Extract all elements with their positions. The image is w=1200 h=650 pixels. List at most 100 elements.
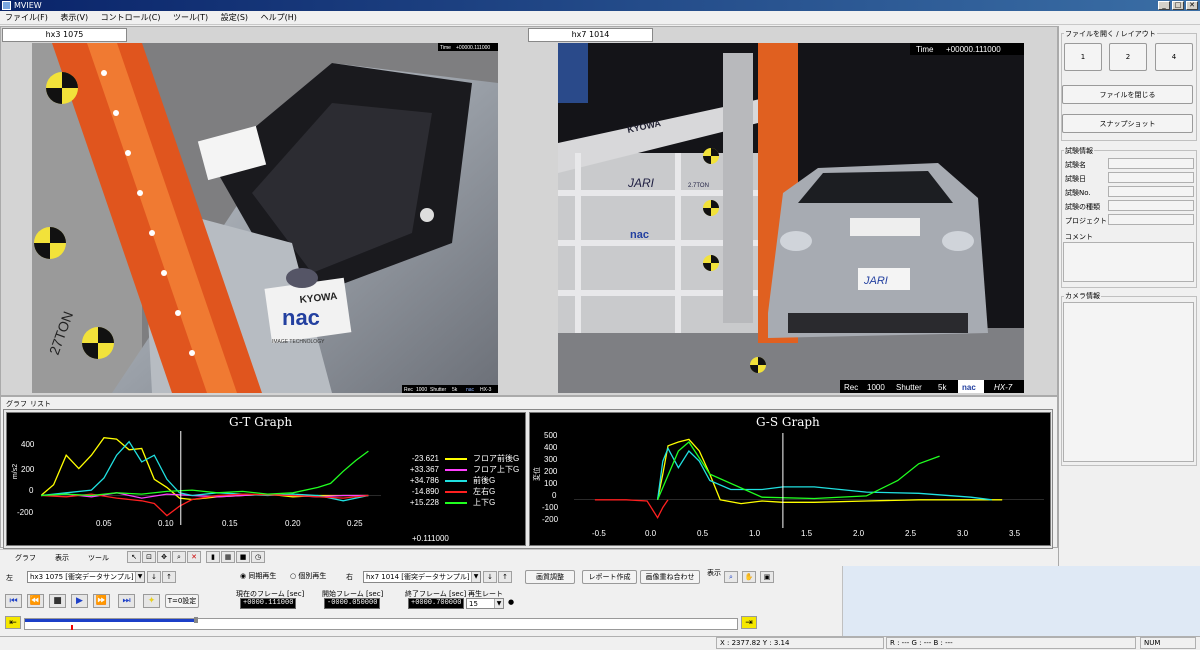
menu-settings[interactable]: 設定(S) <box>216 11 253 25</box>
tab-list[interactable]: リスト <box>30 399 51 409</box>
right-video-frame[interactable]: KYOWA JARI 2.7TON nac JARI Time +00000.1… <box>558 43 1024 393</box>
image-adjust-button[interactable]: 画質調整 <box>525 570 575 584</box>
minimize-button[interactable]: _ <box>1158 1 1170 10</box>
fit-screen-icon[interactable]: ▣ <box>760 571 774 583</box>
rate-select[interactable]: 15 ▼ <box>466 598 504 609</box>
report-button[interactable]: レポート作成 <box>582 570 637 584</box>
gs-xtick-30: 3.0 <box>957 529 969 538</box>
test-name-field[interactable] <box>1108 158 1194 169</box>
test-type-label: 試験の種類 <box>1065 203 1100 211</box>
timeline-end-icon[interactable]: ⇥ <box>741 616 757 629</box>
layout-4-button[interactable]: 4 <box>1155 43 1193 71</box>
left-shutter-label: Shutter <box>430 387 446 393</box>
left-file-select[interactable]: hx3 1075 [衝突データサンプル] ▼ <box>27 571 145 583</box>
gt-graph[interactable]: G-T Graph m/s2 400 200 0 -200 0.05 0.10 … <box>6 412 526 546</box>
comment-field[interactable] <box>1063 242 1194 282</box>
tab-right-video[interactable]: hx7 1014 <box>528 28 653 42</box>
right-file-select[interactable]: hx7 1014 [衝突データサンプル] ▼ <box>363 571 481 583</box>
menu-control[interactable]: コントロール(C) <box>96 11 166 25</box>
right-brand: nac <box>962 383 976 392</box>
gt-legend-name: フロア前後G <box>473 454 520 463</box>
layout-grid-icon[interactable]: ▦ <box>221 551 235 563</box>
marker-icon[interactable]: ✦ <box>143 594 160 608</box>
toolbar-graph[interactable]: グラフ <box>15 553 36 563</box>
menu-file[interactable]: ファイル(F) <box>0 11 53 25</box>
gs-ytick-200: 200 <box>544 467 558 476</box>
camera-info-group-label: カメラ情報 <box>1064 291 1101 301</box>
close-file-button[interactable]: ファイルを閉じる <box>1062 85 1193 104</box>
gs-graph[interactable]: G-S Graph 変位 500 400 300 200 100 0 -100 … <box>529 412 1051 546</box>
skip-end-icon[interactable]: ⏭ <box>118 594 135 608</box>
layout-1-button[interactable]: 1 <box>1064 43 1102 71</box>
t0-set-button[interactable]: T=0設定 <box>165 594 199 608</box>
test-no-field[interactable] <box>1108 186 1194 197</box>
menu-tools[interactable]: ツール(T) <box>168 11 213 25</box>
menu-help[interactable]: ヘルプ(H) <box>256 11 302 25</box>
chevron-down-icon: ▼ <box>135 572 144 582</box>
gs-xtick-25: 2.5 <box>905 529 917 538</box>
gs-series-0 <box>656 438 1003 505</box>
close-button[interactable]: ✕ <box>1186 1 1198 10</box>
reset-icon[interactable]: ✕ <box>187 551 201 563</box>
start-frame-value: -0000.050000 <box>324 598 381 609</box>
gt-legend-swatch <box>445 501 467 504</box>
toolbar-tool[interactable]: ツール <box>88 553 109 563</box>
sync-play-radio[interactable]: ◉ 同期再生 <box>240 571 276 581</box>
left-video-frame[interactable]: nac KYOWA IMAGE TECHNOLOGY 27TON Time +0… <box>32 43 498 393</box>
timeline-thumb[interactable] <box>193 617 198 623</box>
indiv-play-radio[interactable]: ○ 個別再生 <box>290 571 326 581</box>
layout-stop-icon[interactable]: ■ <box>236 551 250 563</box>
clock-icon[interactable]: ◷ <box>251 551 265 563</box>
pan-icon[interactable]: ✥ <box>157 551 171 563</box>
left-time-value: +00000.111000 <box>456 45 490 51</box>
gs-xtick-05: 0.5 <box>697 529 709 538</box>
zoom-icon[interactable]: ⌕ <box>172 551 186 563</box>
project-field[interactable] <box>1108 214 1194 225</box>
control-side-area <box>842 566 1200 636</box>
hand-icon[interactable]: ✋ <box>742 571 756 583</box>
layout-single-icon[interactable]: ▮ <box>206 551 220 563</box>
test-date-field[interactable] <box>1108 172 1194 183</box>
skip-start-icon[interactable]: ⏮ <box>5 594 22 608</box>
project-label: プロジェクト <box>1065 217 1107 225</box>
gs-series-1 <box>656 446 992 501</box>
right-down-arrow-button[interactable]: ↓ <box>483 571 497 583</box>
tab-left-video[interactable]: hx3 1075 <box>2 28 127 42</box>
layout-2-button[interactable]: 2 <box>1109 43 1147 71</box>
left-up-arrow-button[interactable]: ↑ <box>162 571 176 583</box>
gs-xtick-35: 3.5 <box>1009 529 1021 538</box>
gt-ytick-400: 400 <box>21 440 35 449</box>
toolbar-view[interactable]: 表示 <box>55 553 69 563</box>
test-date-label: 試験日 <box>1065 175 1086 183</box>
play-icon[interactable]: ▶ <box>71 594 88 608</box>
gt-ytick-0: 0 <box>29 486 34 495</box>
left-down-arrow-button[interactable]: ↓ <box>147 571 161 583</box>
snapshot-button[interactable]: スナップショット <box>1062 114 1193 133</box>
rate-select-value: 15 <box>469 600 478 608</box>
timeline-start-icon[interactable]: ⇤ <box>5 616 21 629</box>
menu-view[interactable]: 表示(V) <box>55 11 93 25</box>
tab-graph[interactable]: グラフ <box>6 399 27 409</box>
gt-legend-row: +34.786 前後G <box>395 475 525 486</box>
overlay-button[interactable]: 画像重ね合わせ <box>640 570 700 584</box>
magnify-icon[interactable]: ⌕ <box>724 571 738 583</box>
test-type-field[interactable] <box>1108 200 1194 211</box>
step-forward-icon[interactable]: ⏩ <box>93 594 110 608</box>
menu-bar: ファイル(F) 表示(V) コントロール(C) ツール(T) 設定(S) ヘルプ… <box>0 11 1200 25</box>
zoom-area-icon[interactable]: ⊡ <box>142 551 156 563</box>
right-up-arrow-button[interactable]: ↑ <box>498 571 512 583</box>
gt-cursor-value: +0.111000 <box>412 534 449 543</box>
left-select-label: 左 <box>6 574 13 582</box>
right-plate-text: JARI <box>863 275 888 287</box>
timeline-track[interactable] <box>24 617 738 630</box>
display-label: 表示 <box>707 569 721 577</box>
gt-legend-swatch <box>445 479 467 482</box>
camera-info-field[interactable] <box>1063 302 1194 462</box>
maximize-button[interactable]: □ <box>1172 1 1184 10</box>
end-frame-value: +0000.700000 <box>408 598 465 609</box>
status-rgb: R : --- G : --- B : --- <box>886 637 1136 649</box>
pointer-icon[interactable]: ↖ <box>127 551 141 563</box>
stop-icon[interactable]: ■ <box>49 594 66 608</box>
gs-ylabel: 変位 <box>534 467 541 481</box>
step-back-icon[interactable]: ⏪ <box>27 594 44 608</box>
